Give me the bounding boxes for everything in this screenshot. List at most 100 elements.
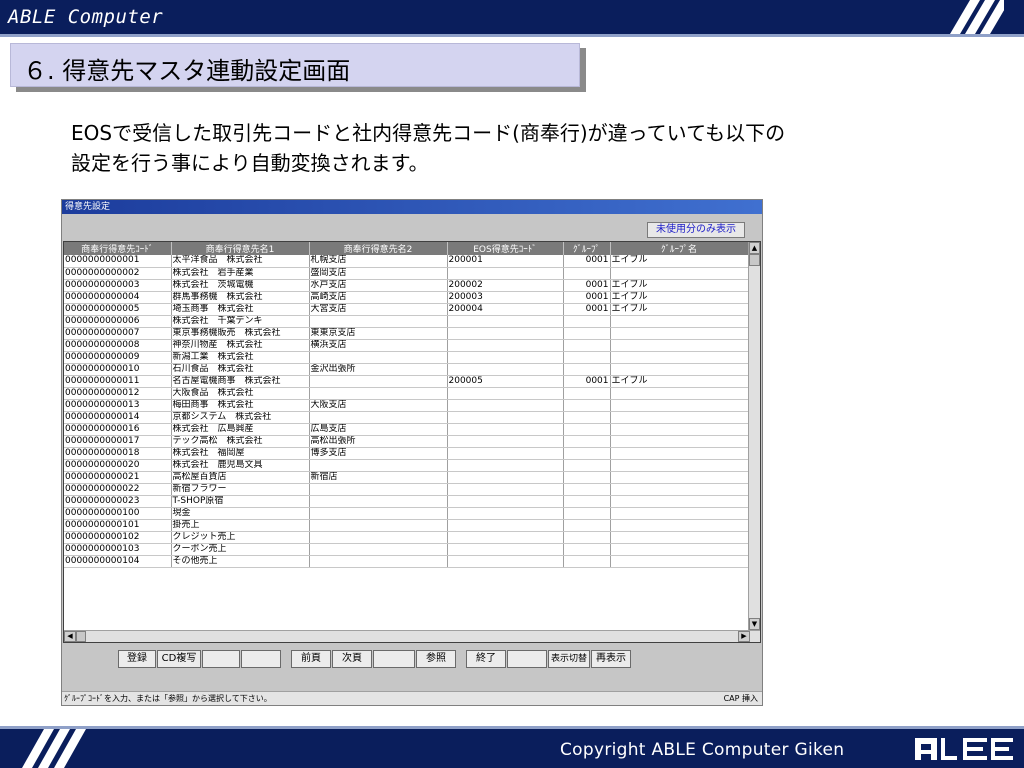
table-cell[interactable]: 0000000000006 <box>64 315 172 328</box>
table-row[interactable]: 0000000000104 その他売上 <box>64 555 749 568</box>
table-cell[interactable]: 0000000000018 <box>64 447 172 460</box>
table-cell[interactable]: 200003 <box>447 291 564 304</box>
scroll-down-icon[interactable]: ▼ <box>749 618 760 630</box>
table-cell[interactable] <box>610 471 749 484</box>
table-cell[interactable] <box>447 327 564 340</box>
column-header[interactable]: 商奉行得意先ｺｰﾄﾞ <box>64 242 172 255</box>
table-row[interactable]: 0000000000018 株式会社 福岡屋 博多支店 <box>64 447 749 460</box>
table-cell[interactable] <box>447 447 564 460</box>
table-cell[interactable] <box>447 315 564 328</box>
table-cell[interactable] <box>563 495 611 508</box>
table-cell[interactable] <box>563 507 611 520</box>
table-cell[interactable] <box>610 399 749 412</box>
table-cell[interactable]: 0000000000007 <box>64 327 172 340</box>
vertical-scrollbar[interactable]: ▲ ▼ <box>748 242 760 630</box>
table-cell[interactable]: 株式会社 岩手産業 <box>171 267 310 280</box>
table-cell[interactable]: エイブル <box>610 291 749 304</box>
table-cell[interactable]: 0000000000022 <box>64 483 172 496</box>
table-cell[interactable]: 水戸支店 <box>309 279 448 292</box>
table-cell[interactable] <box>610 315 749 328</box>
table-row[interactable]: 0000000000010 石川食品 株式会社 金沢出張所 <box>64 363 749 376</box>
table-cell[interactable]: エイブル <box>610 375 749 388</box>
table-cell[interactable] <box>610 387 749 400</box>
table-cell[interactable] <box>309 459 448 472</box>
horizontal-scroll-thumb[interactable] <box>76 631 86 642</box>
table-cell[interactable]: 新宿フラワー <box>171 483 310 496</box>
table-row[interactable]: 0000000000102 クレジット売上 <box>64 531 749 544</box>
table-row[interactable]: 0000000000013 梅田商事 株式会社 大阪支店 <box>64 399 749 412</box>
table-cell[interactable] <box>563 387 611 400</box>
table-cell[interactable] <box>309 507 448 520</box>
table-cell[interactable] <box>309 375 448 388</box>
table-cell[interactable] <box>563 339 611 352</box>
column-header[interactable]: EOS得意先ｺｰﾄﾞ <box>447 242 564 255</box>
table-cell[interactable]: 0001 <box>563 255 611 268</box>
table-cell[interactable] <box>309 543 448 556</box>
table-row[interactable]: 0000000000005 埼玉商事 株式会社 大宮支店 200004 0001 エイブル <box>64 303 749 316</box>
table-cell[interactable]: 0001 <box>563 279 611 292</box>
table-row[interactable]: 0000000000101 掛売上 <box>64 519 749 532</box>
table-row[interactable]: 0000000000021 高松屋百貨店 新宿店 <box>64 471 749 484</box>
table-cell[interactable]: エイブル <box>610 303 749 316</box>
table-cell[interactable]: 0000000000016 <box>64 423 172 436</box>
table-cell[interactable] <box>563 543 611 556</box>
table-cell[interactable] <box>447 387 564 400</box>
table-cell[interactable] <box>447 411 564 424</box>
table-cell[interactable]: 梅田商事 株式会社 <box>171 399 310 412</box>
table-row[interactable]: 0000000000017 テック高松 株式会社 高松出張所 <box>64 435 749 448</box>
table-row[interactable]: 0000000000003 株式会社 茨城電機 水戸支店 200002 0001 エイブル <box>64 279 749 292</box>
table-cell[interactable]: 株式会社 福岡屋 <box>171 447 310 460</box>
exit-button[interactable]: 終了 <box>466 650 506 668</box>
table-cell[interactable] <box>563 459 611 472</box>
table-cell[interactable]: 大阪食品 株式会社 <box>171 387 310 400</box>
table-row[interactable]: 0000000000103 クーポン売上 <box>64 543 749 556</box>
table-cell[interactable] <box>610 519 749 532</box>
table-row[interactable]: 0000000000008 神奈川物産 株式会社 横浜支店 <box>64 339 749 352</box>
table-cell[interactable] <box>610 543 749 556</box>
table-cell[interactable] <box>563 351 611 364</box>
table-cell[interactable] <box>309 483 448 496</box>
table-cell[interactable] <box>610 411 749 424</box>
table-row[interactable]: 0000000000016 株式会社 広島興産 広島支店 <box>64 423 749 436</box>
table-cell[interactable]: 0000000000102 <box>64 531 172 544</box>
table-row[interactable]: 0000000000004 群馬事務機 株式会社 高崎支店 200003 0001 エイブ… <box>64 291 749 304</box>
table-cell[interactable] <box>309 555 448 568</box>
table-cell[interactable]: 0000000000101 <box>64 519 172 532</box>
table-cell[interactable] <box>309 315 448 328</box>
table-cell[interactable] <box>447 471 564 484</box>
next-page-button[interactable]: 次頁 <box>332 650 372 668</box>
table-row[interactable]: 0000000000023 T-SHOP原宿 <box>64 495 749 508</box>
scroll-up-icon[interactable]: ▲ <box>749 242 760 254</box>
redisplay-button[interactable]: 再表示 <box>591 650 631 668</box>
table-cell[interactable]: 0000000000013 <box>64 399 172 412</box>
table-cell[interactable] <box>610 363 749 376</box>
table-cell[interactable] <box>447 495 564 508</box>
table-cell[interactable] <box>563 327 611 340</box>
table-cell[interactable]: 新宿店 <box>309 471 448 484</box>
table-cell[interactable] <box>309 531 448 544</box>
table-cell[interactable]: 東東京支店 <box>309 327 448 340</box>
table-cell[interactable]: 0000000000011 <box>64 375 172 388</box>
table-cell[interactable] <box>610 435 749 448</box>
table-cell[interactable]: 金沢出張所 <box>309 363 448 376</box>
table-cell[interactable] <box>447 519 564 532</box>
table-cell[interactable] <box>447 507 564 520</box>
table-cell[interactable]: 200004 <box>447 303 564 316</box>
table-cell[interactable] <box>563 531 611 544</box>
table-cell[interactable]: 0000000000020 <box>64 459 172 472</box>
table-row[interactable]: 0000000000002 株式会社 岩手産業 盛岡支店 <box>64 267 749 280</box>
table-cell[interactable]: 株式会社 広島興産 <box>171 423 310 436</box>
table-cell[interactable]: 博多支店 <box>309 447 448 460</box>
table-cell[interactable]: 横浜支店 <box>309 339 448 352</box>
table-cell[interactable] <box>563 483 611 496</box>
table-cell[interactable]: 新潟工業 株式会社 <box>171 351 310 364</box>
table-cell[interactable] <box>610 531 749 544</box>
table-cell[interactable]: 0001 <box>563 303 611 316</box>
table-row[interactable]: 0000000000007 東京事務機販売 株式会社 東東京支店 <box>64 327 749 340</box>
table-cell[interactable] <box>447 339 564 352</box>
table-cell[interactable]: T-SHOP原宿 <box>171 495 310 508</box>
table-row[interactable]: 0000000000001 太平洋食品 株式会社 札幌支店 200001 0001 エイブ… <box>64 255 749 268</box>
table-cell[interactable]: 0000000000103 <box>64 543 172 556</box>
table-cell[interactable] <box>447 531 564 544</box>
table-cell[interactable]: 0000000000003 <box>64 279 172 292</box>
